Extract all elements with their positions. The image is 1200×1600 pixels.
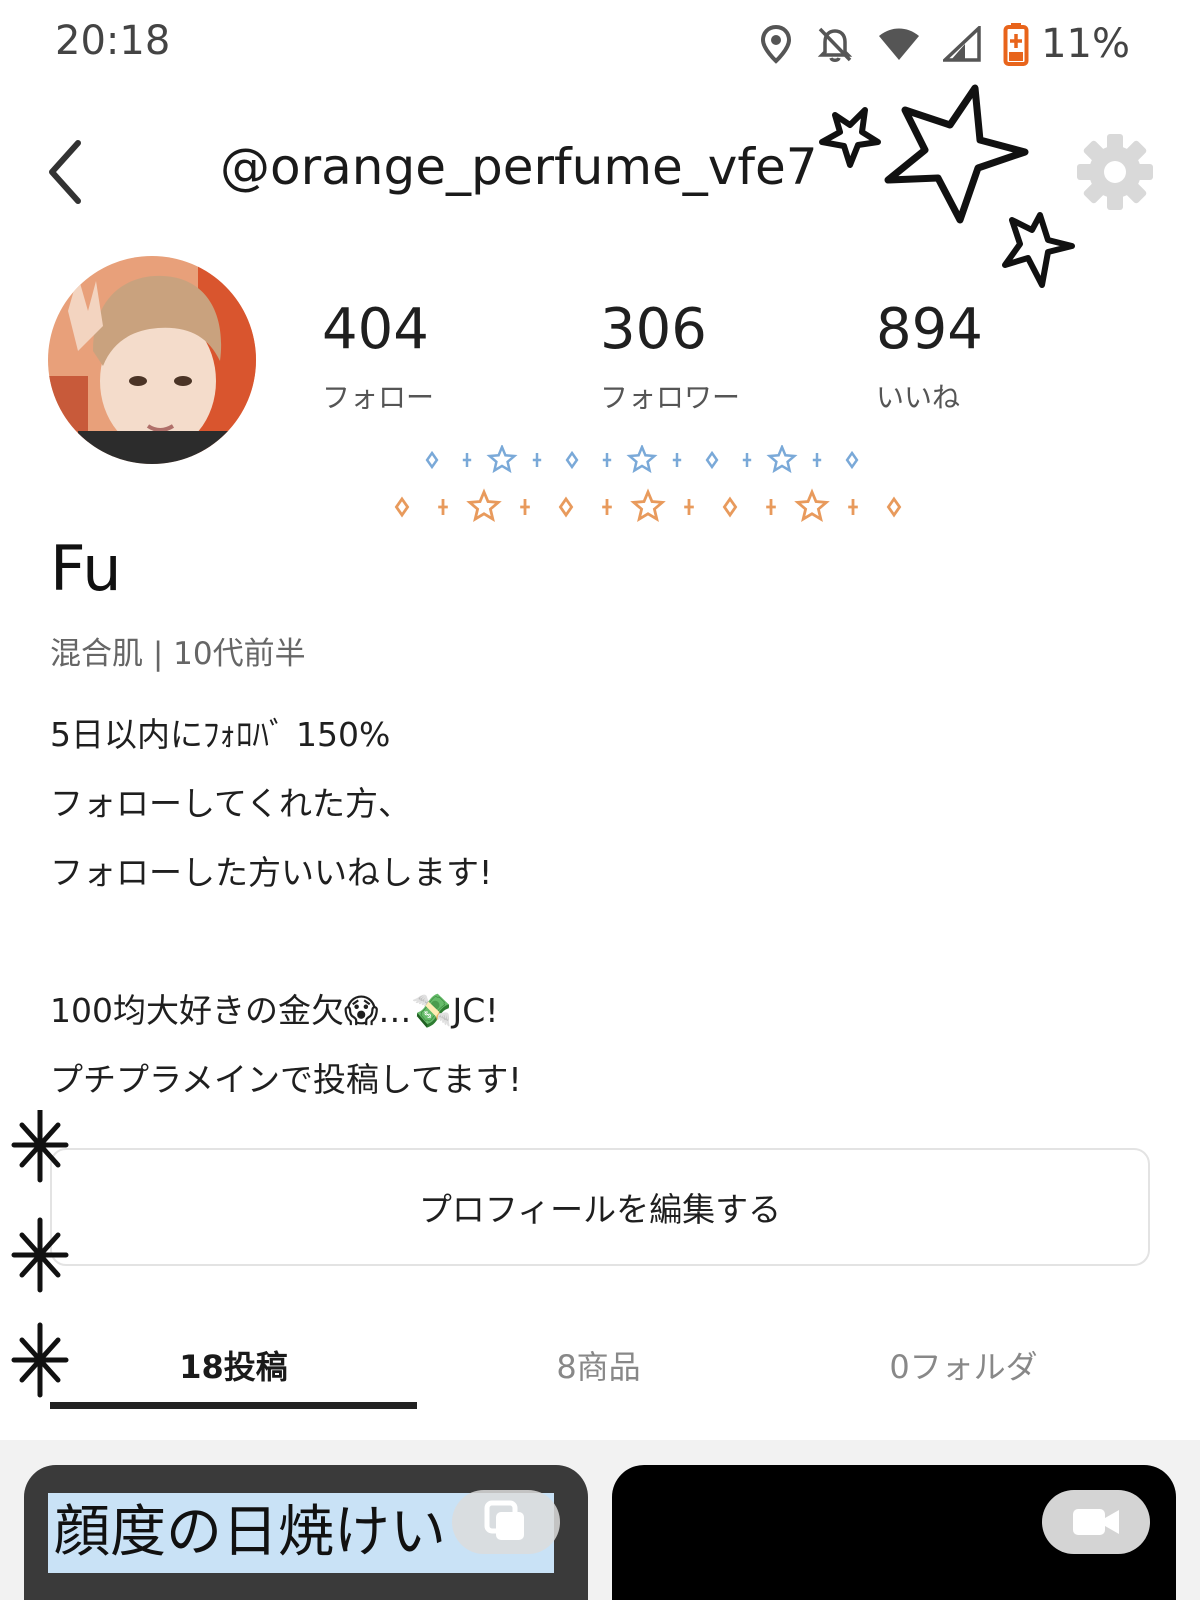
tab-posts[interactable]: 18投稿 — [50, 1342, 417, 1388]
bio-line: フォローしてくれた方、 — [50, 784, 412, 823]
star-sparkle — [766, 445, 798, 474]
video-camera-icon — [1073, 1509, 1119, 1535]
cross-sparkle — [766, 499, 776, 515]
star-sparkle — [626, 445, 658, 474]
bio-line — [50, 919, 1050, 988]
likes-count: 894 — [876, 297, 983, 362]
diamond-sparkle — [886, 496, 902, 518]
star-stickers — [819, 84, 1075, 288]
display-name: Fu — [50, 532, 122, 605]
skin-info: 混合肌 | 10代前半 — [50, 636, 306, 672]
diamond-sparkle — [705, 450, 719, 470]
wifi-icon — [879, 28, 920, 60]
cross-sparkle — [462, 453, 472, 467]
bio-line: 100均大好きの金欠😱…💸JC! — [50, 991, 499, 1030]
cross-sparkle — [602, 453, 612, 467]
bio-line: 5日以内にﾌｫﾛﾊﾞ 150% — [50, 715, 391, 754]
location-icon — [761, 24, 792, 64]
battery-charging-icon — [1003, 23, 1029, 66]
star-sticker-large — [884, 84, 1029, 224]
avatar[interactable] — [48, 256, 256, 464]
settings-button[interactable] — [1075, 132, 1155, 212]
cross-sparkle — [684, 499, 694, 515]
battery-percentage: 11% — [1041, 21, 1130, 67]
bio-line: フォローした方いいねします! — [50, 853, 493, 892]
cross-sparkle — [812, 453, 822, 467]
post-thumbnail[interactable] — [612, 1465, 1176, 1600]
stat-followers[interactable]: 306 フォロワー — [600, 302, 740, 416]
avatar-photo — [48, 256, 256, 464]
followers-count: 306 — [600, 297, 707, 362]
likes-label: いいね — [876, 381, 961, 414]
followers-label: フォロワー — [600, 381, 741, 414]
bio: 5日以内にﾌｫﾛﾊﾞ 150% フォローしてくれた方、 フォローした方いいねしま… — [50, 712, 1050, 1126]
multiple-images-icon — [484, 1500, 524, 1540]
multi-image-badge — [452, 1490, 560, 1554]
back-button[interactable] — [40, 135, 100, 210]
status-time: 20:18 — [55, 18, 171, 64]
post-thumbnail[interactable]: 顔度の日焼けい — [24, 1465, 588, 1600]
cross-sparkle — [742, 453, 752, 467]
stat-following[interactable]: 404 フォロー — [322, 302, 434, 416]
star-sparkle — [794, 488, 830, 523]
tab-folders[interactable]: 0フォルダ — [780, 1342, 1147, 1388]
star-sparkle — [486, 445, 518, 474]
cross-sparkle — [672, 453, 682, 467]
diamond-sparkle — [394, 496, 410, 518]
following-label: フォロー — [322, 381, 435, 414]
cross-sparkle — [520, 499, 530, 515]
cross-sparkle — [848, 499, 858, 515]
diamond-sparkle — [558, 496, 574, 518]
diamond-sparkle — [845, 450, 859, 470]
stat-likes[interactable]: 894 いいね — [876, 302, 983, 416]
signal-icon — [943, 26, 981, 62]
sparkle-decoration — [394, 445, 902, 523]
diamond-sparkle — [565, 450, 579, 470]
star-sticker-bottom — [1002, 212, 1075, 288]
cross-sparkle — [532, 453, 542, 467]
bio-line: プチプラメインで投稿してます! — [50, 1060, 522, 1099]
active-tab-indicator — [50, 1402, 417, 1409]
cross-sparkle — [438, 499, 448, 515]
tab-products[interactable]: 8商品 — [415, 1342, 782, 1388]
following-count: 404 — [322, 297, 429, 362]
video-badge — [1042, 1490, 1150, 1554]
star-sparkle — [630, 488, 666, 523]
diamond-sparkle — [425, 450, 439, 470]
sparkle-row-orange — [394, 488, 902, 523]
diamond-sparkle — [722, 496, 738, 518]
edit-profile-button[interactable]: プロフィールを編集する — [50, 1148, 1150, 1266]
notifications-off-icon — [817, 27, 853, 62]
cross-sparkle — [602, 499, 612, 515]
gear-icon — [1077, 134, 1153, 210]
chevron-left-icon — [49, 140, 81, 204]
status-icons: 11% — [759, 14, 1130, 74]
star-sticker-small — [819, 107, 881, 168]
star-sparkle — [466, 488, 502, 523]
sparkle-row-blue — [425, 445, 859, 474]
profile-username: @orange_perfume_vfe7 — [220, 138, 818, 196]
